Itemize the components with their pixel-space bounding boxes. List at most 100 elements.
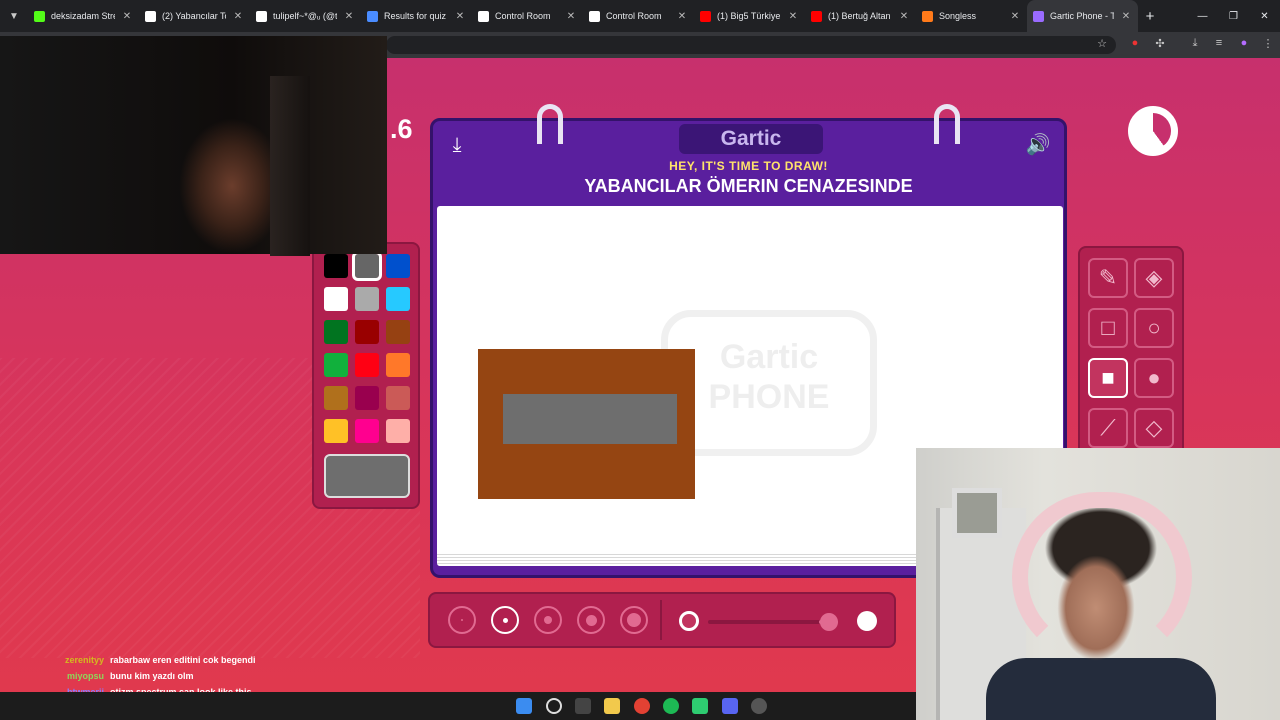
minimize-icon[interactable]: —	[1187, 0, 1218, 32]
new-tab-button[interactable]: +	[1138, 8, 1162, 25]
tab-close-icon[interactable]: ✕	[676, 11, 688, 22]
color-swatch[interactable]	[355, 419, 379, 443]
headset-icon	[1012, 492, 1192, 662]
tab-favicon-icon	[1033, 10, 1044, 22]
eraser-tool[interactable]: ◈	[1134, 258, 1174, 298]
tab-close-icon[interactable]: ✕	[1120, 11, 1132, 22]
color-swatch[interactable]	[386, 419, 410, 443]
color-swatch[interactable]	[355, 353, 379, 377]
fill-tool[interactable]: ◇	[1134, 408, 1174, 448]
chat-text: rabarbaw eren editini cok begendi	[110, 655, 256, 665]
color-swatch[interactable]	[386, 287, 410, 311]
opacity-slider-thumb[interactable]	[820, 613, 838, 631]
gartic-logo: Gartic	[679, 124, 823, 154]
tab-close-icon[interactable]: ✕	[232, 11, 244, 22]
tab-title: Control Room	[606, 11, 662, 21]
color-swatch[interactable]	[324, 287, 348, 311]
opacity-low-icon	[679, 611, 699, 631]
tab-close-icon[interactable]: ✕	[565, 11, 577, 22]
filled-rectangle-tool[interactable]: ■	[1088, 358, 1128, 398]
file-explorer-icon[interactable]	[604, 698, 620, 714]
chat-username: zerenityy	[64, 655, 104, 665]
browser-tab[interactable]: Songless ✕	[916, 0, 1027, 32]
spotify-icon[interactable]	[663, 698, 679, 714]
color-swatch[interactable]	[355, 287, 379, 311]
color-swatch[interactable]	[386, 320, 410, 344]
brush-size-button[interactable]	[534, 606, 562, 634]
color-swatch[interactable]	[386, 254, 410, 278]
browser-menu-icon[interactable]: ⋮	[1260, 37, 1276, 50]
browser-tab-bar: ▼ deksizadam Strea✕(2) Yabancılar Top✕tu…	[0, 0, 1280, 32]
tab-title: Results for quiz h	[384, 11, 448, 21]
close-window-icon[interactable]: ✕	[1249, 0, 1280, 32]
color-swatch[interactable]	[324, 353, 348, 377]
tab-title: (2) Yabancılar Top	[162, 11, 226, 21]
windows-start-icon[interactable]	[516, 698, 532, 714]
chat-message: miyopsu bunu kim yazdı olm	[50, 668, 370, 684]
tab-close-icon[interactable]: ✕	[1009, 11, 1021, 22]
extension-record-icon[interactable]: ●	[1127, 37, 1143, 49]
color-swatch[interactable]	[355, 386, 379, 410]
color-swatch[interactable]	[386, 386, 410, 410]
tab-title: (1) Big5 Türkiye |	[717, 11, 781, 21]
browser-tab[interactable]: (1) Bertuğ Altan - ✕	[805, 0, 916, 32]
address-bar[interactable]	[386, 36, 1116, 54]
tab-title: deksizadam Strea	[51, 11, 115, 21]
line-tool[interactable]: ⟋	[1088, 408, 1128, 448]
tab-favicon-icon	[478, 10, 489, 22]
color-swatch[interactable]	[386, 353, 410, 377]
chat-text: bunu kim yazdı olm	[110, 671, 194, 681]
browser-tab[interactable]: (2) Yabancılar Top ✕	[139, 0, 250, 32]
chrome-icon[interactable]	[634, 698, 650, 714]
color-swatch[interactable]	[324, 320, 348, 344]
tab-close-icon[interactable]: ✕	[121, 11, 133, 22]
prompt-header: ⤓ Gartic 🔊 HEY, IT'S TIME TO DRAW! YABAN…	[430, 118, 1067, 208]
color-swatch[interactable]	[324, 254, 348, 278]
tab-close-icon[interactable]: ✕	[454, 11, 466, 22]
color-swatch[interactable]	[324, 419, 348, 443]
color-swatch[interactable]	[355, 320, 379, 344]
tab-title: Control Room	[495, 11, 551, 21]
profile-avatar-icon[interactable]: ●	[1236, 37, 1252, 49]
chat-username: miyopsu	[66, 671, 104, 681]
steam-icon[interactable]	[575, 698, 591, 714]
brush-size-button[interactable]	[620, 606, 648, 634]
browser-tab[interactable]: deksizadam Strea ✕	[28, 0, 139, 32]
opacity-high-icon	[857, 611, 877, 631]
tab-search-icon[interactable]: ▼	[0, 0, 28, 32]
discord-icon[interactable]	[722, 698, 738, 714]
tab-close-icon[interactable]: ✕	[898, 11, 910, 22]
extensions-puzzle-icon[interactable]: ✣	[1152, 37, 1168, 50]
bookmark-star-icon[interactable]: ☆	[1094, 37, 1110, 50]
toolbar-divider	[660, 600, 662, 640]
browser-tab[interactable]: Control Room ✕	[583, 0, 694, 32]
browser-tab[interactable]: Gartic Phone - Th ✕	[1027, 0, 1138, 32]
browser-tab[interactable]: Control Room ✕	[472, 0, 583, 32]
media-player-icon[interactable]	[751, 698, 767, 714]
color-swatch[interactable]	[352, 251, 382, 281]
download-drawing-icon[interactable]: ⤓	[443, 131, 471, 159]
search-icon[interactable]	[546, 698, 562, 714]
browser-tab[interactable]: Results for quiz h ✕	[361, 0, 472, 32]
windows-taskbar	[0, 692, 916, 720]
download-icon[interactable]: ⤓	[1187, 37, 1203, 50]
browser-tab[interactable]: tulipelf~*@ᵤ (@t ✕	[250, 0, 361, 32]
tab-close-icon[interactable]: ✕	[787, 11, 799, 22]
brush-size-button[interactable]	[491, 606, 519, 634]
opacity-slider[interactable]	[708, 620, 838, 624]
rectangle-tool[interactable]: □	[1088, 308, 1128, 348]
brush-size-button[interactable]	[577, 606, 605, 634]
tab-favicon-icon	[34, 10, 45, 22]
tab-favicon-icon	[367, 10, 378, 22]
maximize-icon[interactable]: ❐	[1218, 0, 1249, 32]
browser-tab[interactable]: (1) Big5 Türkiye | ✕	[694, 0, 805, 32]
ellipse-tool[interactable]: ○	[1134, 308, 1174, 348]
media-queue-icon[interactable]: ≡	[1211, 37, 1227, 49]
brush-size-button[interactable]	[448, 606, 476, 634]
tab-close-icon[interactable]: ✕	[343, 11, 355, 22]
filled-ellipse-tool[interactable]: ●	[1134, 358, 1174, 398]
app-icon[interactable]	[692, 698, 708, 714]
sound-icon[interactable]: 🔊	[1024, 131, 1052, 159]
pencil-tool[interactable]: ✎	[1088, 258, 1128, 298]
color-swatch[interactable]	[324, 386, 348, 410]
